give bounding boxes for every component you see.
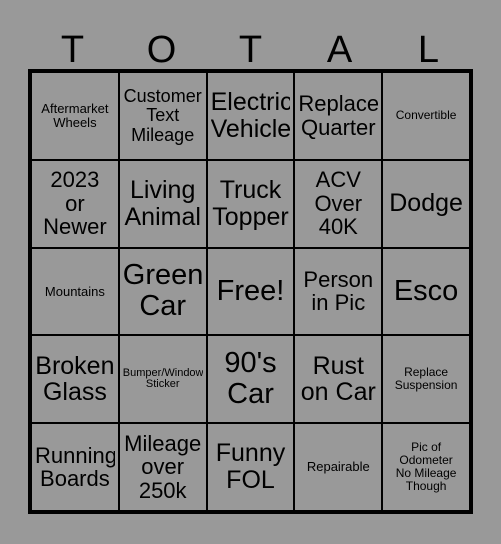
bingo-cell[interactable]: Rust on Car xyxy=(294,335,383,424)
bingo-cell[interactable]: Living Animal xyxy=(118,159,207,248)
bingo-cell[interactable]: Electric Vehicle xyxy=(206,72,295,160)
bingo-header-letter-1: O xyxy=(146,29,177,71)
bingo-header-letter-0: T xyxy=(60,29,85,71)
bingo-cell-label: ACV Over 40K xyxy=(314,168,363,239)
bingo-cell-label: Bumper/Window Sticker xyxy=(122,367,203,391)
bingo-cell[interactable]: 90's Car xyxy=(206,335,295,424)
bingo-cell-label: Funny FOL xyxy=(215,440,286,494)
bingo-cell[interactable]: Truck Topper xyxy=(206,159,295,248)
bingo-cell-label: Dodge xyxy=(389,190,463,218)
bingo-cell-label: Person in Pic xyxy=(303,267,374,316)
bingo-cell[interactable]: Mountains xyxy=(31,247,119,336)
bingo-cell-label: Mountains xyxy=(44,284,105,299)
bingo-cell[interactable]: Pic of Odometer No Mileage Though xyxy=(382,423,470,511)
bingo-cell[interactable]: Replace Suspension xyxy=(382,335,470,424)
bingo-cell-label: Truck Topper xyxy=(212,176,289,231)
bingo-cell[interactable]: Esco xyxy=(382,247,470,336)
bingo-cell[interactable]: Repairable xyxy=(294,423,383,511)
bingo-cell[interactable]: ACV Over 40K xyxy=(294,159,383,248)
bingo-cell-label: Aftermarket Wheels xyxy=(41,101,109,130)
bingo-cell[interactable]: Person in Pic xyxy=(294,247,383,336)
bingo-cell-label: Repairable xyxy=(306,460,370,475)
bingo-cell-label: Running Boards xyxy=(35,443,115,491)
bingo-cell-label: Broken Glass xyxy=(35,352,115,407)
bingo-cell-free[interactable]: Free! xyxy=(206,247,295,336)
bingo-header: TOTAL xyxy=(28,24,473,70)
bingo-cell[interactable]: Bumper/Window Sticker xyxy=(118,335,207,424)
bingo-cell[interactable]: Customer Text Mileage xyxy=(118,72,207,160)
bingo-cell[interactable]: 2023 or Newer xyxy=(31,159,119,248)
bingo-cell[interactable]: Running Boards xyxy=(31,423,119,511)
bingo-header-letter-4: L xyxy=(417,29,440,71)
bingo-cell-label: Replace Suspension xyxy=(394,366,458,393)
bingo-card: T O T A L Aftermarket Wheels Customer Text Mi… xyxy=(0,0,501,544)
bingo-header-letter-2: T xyxy=(238,29,263,71)
bingo-cell-label: Replace Quarter xyxy=(298,92,379,140)
bingo-cell[interactable]: Funny FOL xyxy=(206,423,295,511)
bingo-grid: Aftermarket Wheels Customer Text Mileage E… xyxy=(28,69,473,514)
bingo-cell-label: 2023 or Newer xyxy=(43,168,107,239)
bingo-cell[interactable]: Broken Glass xyxy=(31,335,119,424)
bingo-cell-label: Green Car xyxy=(122,260,203,323)
bingo-header-letter-3: A xyxy=(326,29,353,71)
bingo-cell-label: Pic of Odometer No Mileage Though xyxy=(395,441,457,493)
bingo-cell[interactable]: Mileage over 250k xyxy=(118,423,207,511)
bingo-cell-label: Electric Vehicle xyxy=(210,89,291,143)
bingo-cell[interactable]: Green Car xyxy=(118,247,207,336)
bingo-cell-label: Mileage over 250k xyxy=(124,431,202,503)
bingo-cell-label: Customer Text Mileage xyxy=(123,87,202,145)
bingo-cell[interactable]: Replace Quarter xyxy=(294,72,383,160)
bingo-cell[interactable]: Convertible xyxy=(382,72,470,160)
bingo-cell-label: Esco xyxy=(393,275,459,307)
bingo-cell[interactable]: Aftermarket Wheels xyxy=(31,72,119,160)
bingo-cell-label: Free! xyxy=(216,275,285,307)
bingo-cell[interactable]: Dodge xyxy=(382,159,470,248)
bingo-cell-label: 90's Car xyxy=(224,348,277,411)
bingo-cell-label: Convertible xyxy=(395,109,457,123)
bingo-cell-label: Rust on Car xyxy=(300,352,376,407)
bingo-cell-label: Living Animal xyxy=(124,176,201,231)
